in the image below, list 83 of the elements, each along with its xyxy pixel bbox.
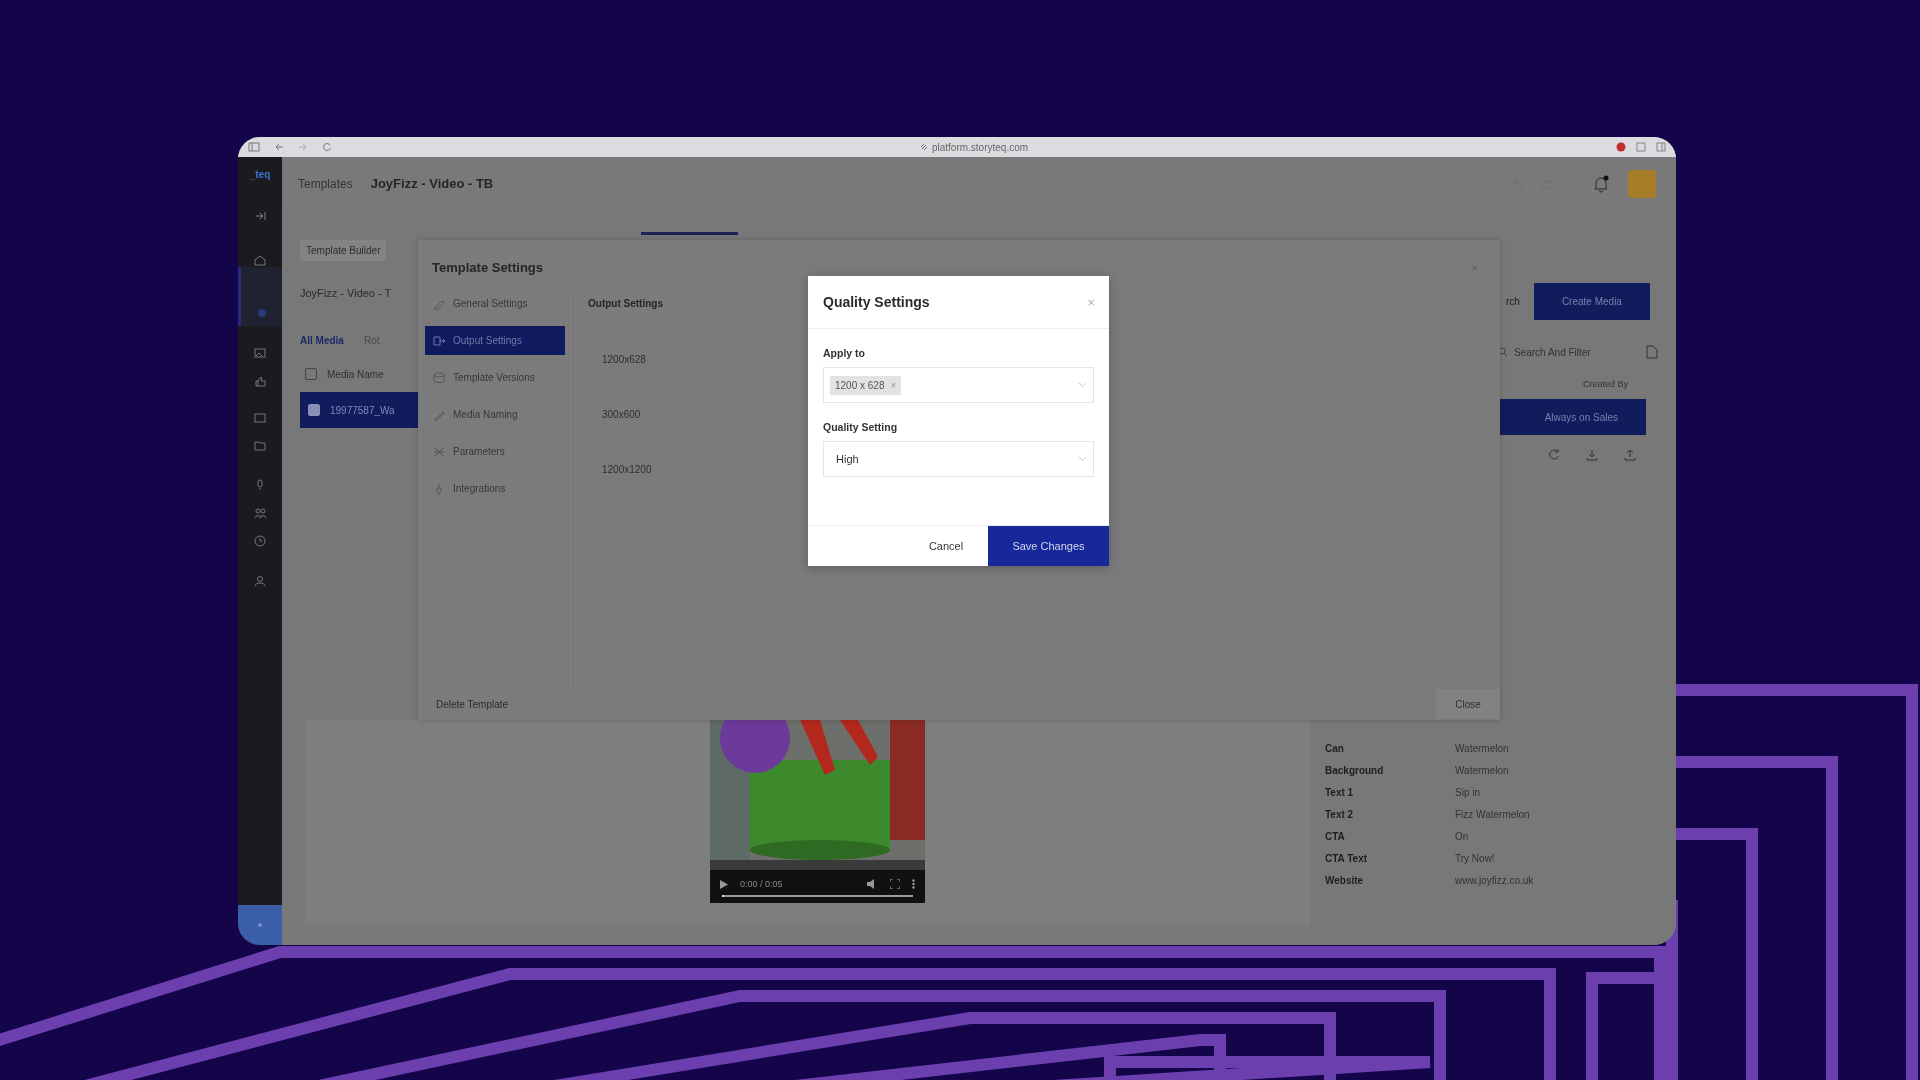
sidebar-toggle-icon[interactable] <box>248 142 260 152</box>
dialog-title: Quality Settings <box>823 294 930 310</box>
address-bar[interactable]: platform.storyteq.com <box>931 141 1029 153</box>
search-field[interactable]: Search And Filter <box>1514 346 1640 358</box>
quality-select[interactable]: High <box>823 441 1094 477</box>
template-name: JoyFizz - Video - T <box>300 287 393 299</box>
property-value: Fizz Watermelon <box>1455 809 1531 820</box>
settings-nav-item[interactable]: Template Versions <box>425 363 565 392</box>
property-label: Text 2 <box>1325 809 1355 820</box>
box-icon[interactable] <box>253 410 267 424</box>
image-icon[interactable] <box>253 346 267 360</box>
property-label: Text 1 <box>1325 787 1355 798</box>
property-label: CTA <box>1325 831 1346 842</box>
apply-to-select[interactable]: 1200 x 628 × <box>823 367 1094 403</box>
checkbox[interactable] <box>305 368 317 380</box>
settings-nav-item[interactable]: Output Settings <box>425 326 565 355</box>
caret-icon <box>1078 382 1087 388</box>
caret-icon <box>1078 456 1087 462</box>
breadcrumb-link[interactable]: Templates <box>298 176 353 191</box>
size-tag[interactable]: 1200 x 628 × <box>830 375 902 395</box>
fullscreen-icon[interactable] <box>890 879 900 889</box>
folder-icon[interactable] <box>253 438 267 452</box>
create-media-button[interactable]: Create Media <box>1533 283 1650 320</box>
extension-icon[interactable] <box>1636 142 1646 152</box>
section-title: Output Settings <box>588 298 663 309</box>
save-changes-button[interactable]: Save Changes <box>988 526 1109 566</box>
settings-nav-item[interactable]: General Settings <box>425 289 565 318</box>
link-icon <box>919 143 928 151</box>
home-icon[interactable] <box>253 253 267 267</box>
thumbs-up-icon[interactable] <box>253 374 267 388</box>
close-button[interactable]: Close <box>1436 689 1500 719</box>
play-icon[interactable] <box>720 879 728 889</box>
sidebar-icon[interactable] <box>1656 142 1666 152</box>
property-value: Watermelon <box>1455 743 1510 754</box>
plug-icon <box>433 482 445 495</box>
help-button[interactable] <box>238 905 282 945</box>
back-icon[interactable] <box>274 142 284 152</box>
field-label: Apply to <box>823 347 866 359</box>
filter-tab[interactable]: All Media <box>300 335 344 346</box>
page-title: JoyFizz - Video - TB <box>370 176 494 191</box>
property-value: Sip in <box>1455 787 1481 798</box>
media-row[interactable]: 19977587_Wa <box>300 392 418 428</box>
video-time: 0:00 / 0:05 <box>740 879 784 889</box>
notification-bell-icon[interactable] <box>1592 174 1610 193</box>
upload-icon[interactable] <box>1624 449 1636 461</box>
file-icon[interactable] <box>1646 345 1658 359</box>
media-row[interactable]: Always on Sales <box>1498 399 1646 435</box>
collapse-icon[interactable] <box>253 209 267 223</box>
column-header: Created By <box>1582 379 1628 389</box>
search-icon <box>1498 347 1508 357</box>
property-value: Watermelon <box>1455 765 1510 776</box>
user-icon[interactable] <box>253 574 267 588</box>
property-label: Website <box>1325 875 1365 886</box>
tab[interactable]: rch <box>1506 296 1520 307</box>
property-value: www.joyfizz.co.uk <box>1455 875 1535 886</box>
property-value: Try Now! <box>1455 853 1496 864</box>
delete-template-link[interactable]: Delete Template <box>436 698 509 710</box>
output-size[interactable]: 300x600 <box>602 409 1500 420</box>
field-label: Quality Setting <box>823 421 899 433</box>
property-label: CTA Text <box>1325 853 1369 864</box>
property-label: Background <box>1325 765 1385 776</box>
people-icon[interactable] <box>253 506 267 520</box>
settings-nav-item[interactable]: Integrations <box>425 474 565 503</box>
settings-nav-item[interactable]: Parameters <box>425 437 565 466</box>
settings-nav-item[interactable]: Media Naming <box>425 400 565 429</box>
more-icon[interactable] <box>912 879 915 889</box>
cancel-button[interactable]: Cancel <box>904 526 988 566</box>
property-value: On <box>1455 831 1470 842</box>
output-icon <box>433 334 445 347</box>
reload-icon[interactable] <box>322 142 332 152</box>
download-icon[interactable] <box>1586 449 1598 461</box>
clock-icon[interactable] <box>253 534 267 548</box>
dot-icon <box>257 922 263 928</box>
panel-title: Template Settings <box>432 260 543 275</box>
tab[interactable]: Template Builder <box>300 240 387 261</box>
logo[interactable]: _teq <box>249 169 271 209</box>
property-label: Can <box>1325 743 1345 754</box>
stack-icon <box>433 371 445 384</box>
record-icon[interactable] <box>1616 142 1626 152</box>
checkbox[interactable] <box>308 404 320 416</box>
forward-icon[interactable] <box>298 142 308 152</box>
column-header: Media Name <box>327 368 384 380</box>
refresh-icon[interactable] <box>1548 449 1560 461</box>
